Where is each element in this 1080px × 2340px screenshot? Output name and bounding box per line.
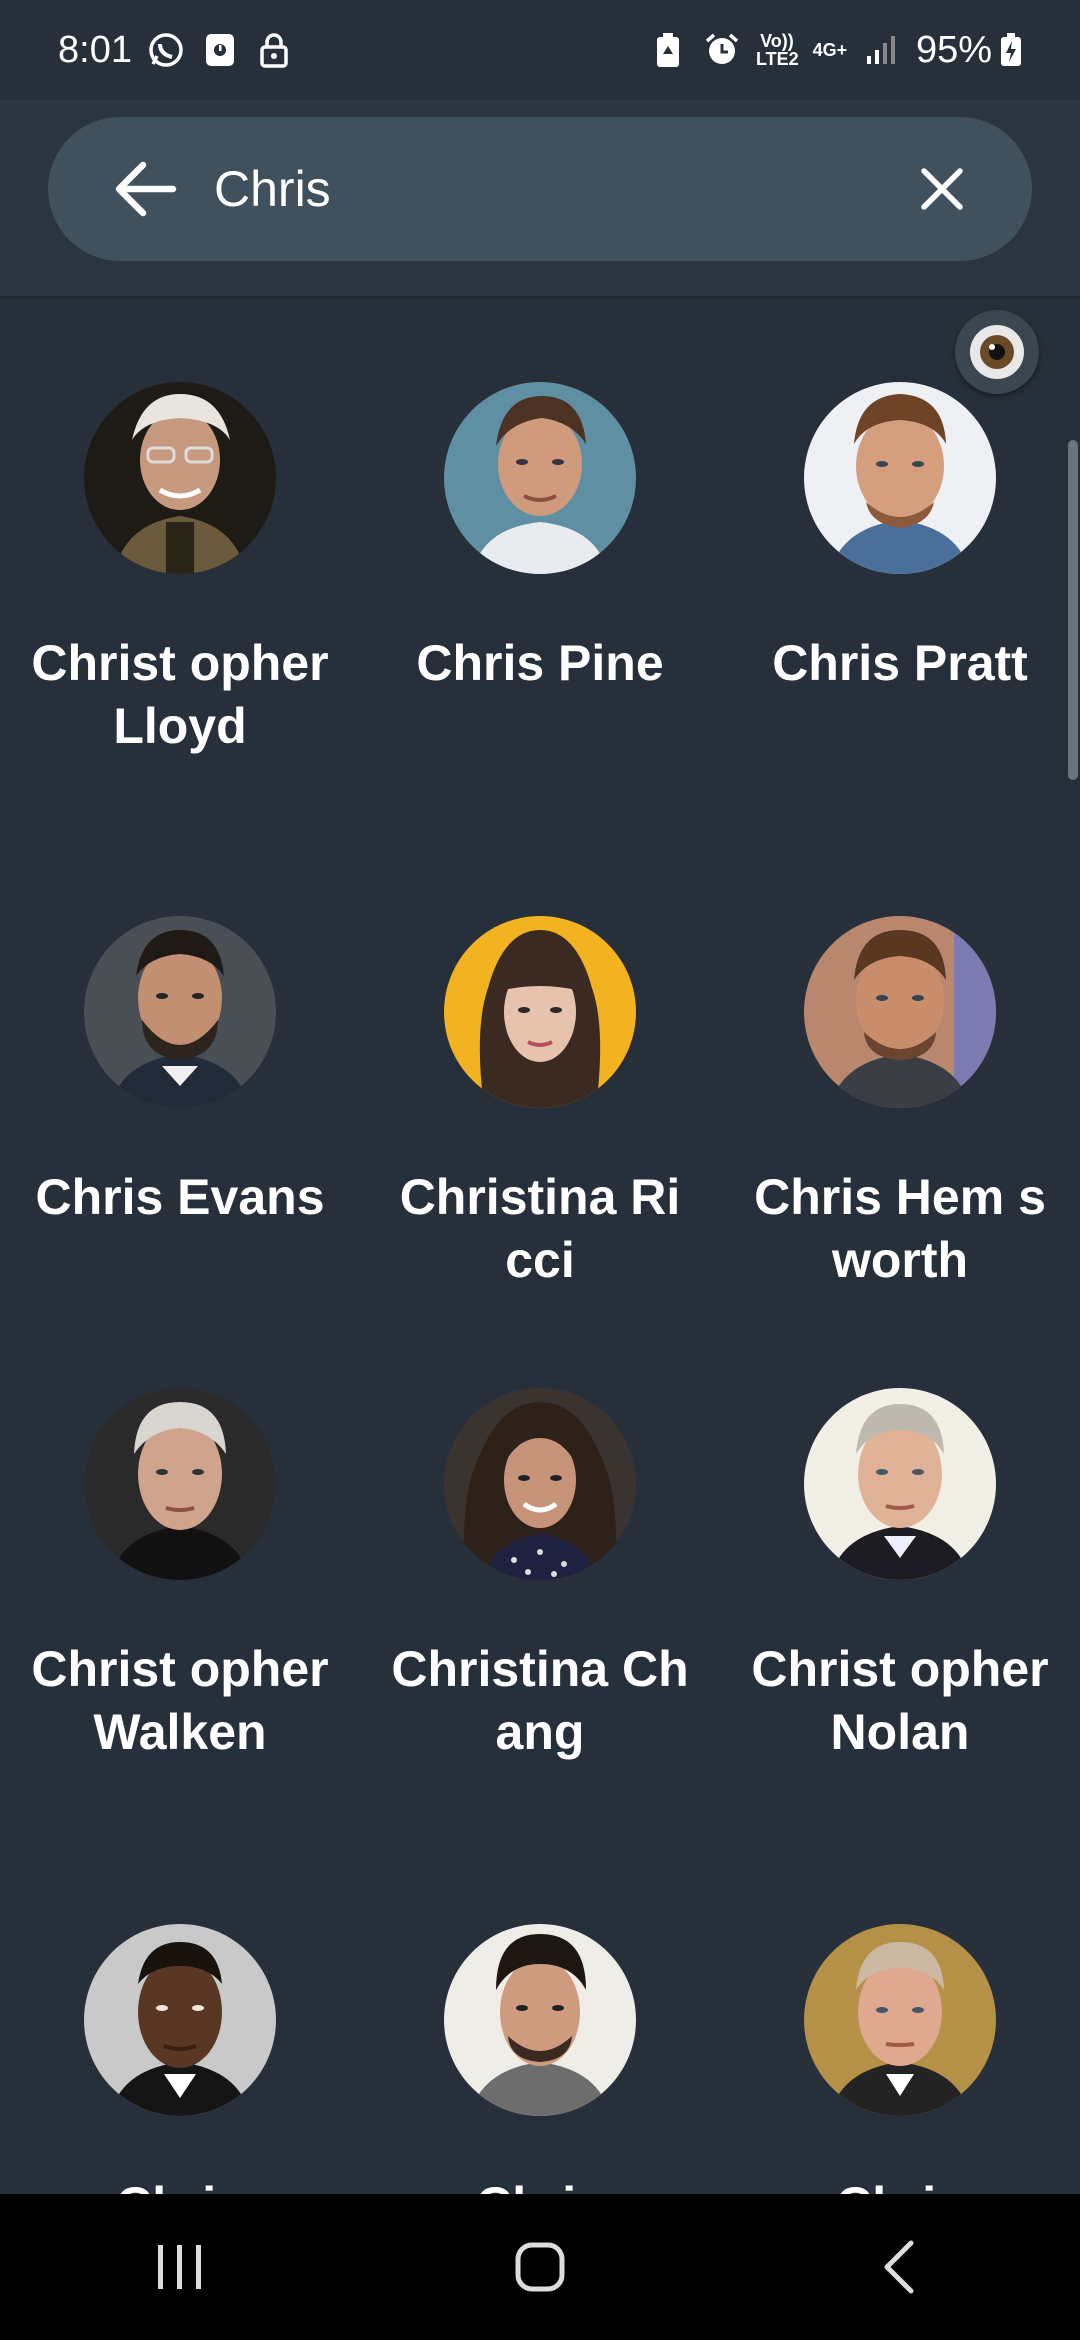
results-grid: Christ opher Lloyd Chris Pine Chris Prat… [0, 296, 1080, 2194]
result-item-christopher-lloyd[interactable]: Christ opher Lloyd [0, 382, 360, 758]
result-item-chris-pine[interactable]: Chris Pine [360, 382, 720, 695]
avatar [84, 1388, 276, 1580]
avatar [804, 1924, 996, 2116]
battery-percent: 95% [915, 28, 992, 71]
result-name: Chris [390, 2174, 690, 2194]
signal-4g-icon: 4G+ [812, 40, 848, 60]
battery-charging-icon [1001, 33, 1021, 66]
avatar [444, 916, 636, 1108]
scrollbar[interactable] [1068, 440, 1078, 780]
battery-indicator: 95% [916, 29, 1022, 72]
result-item-chris-evans[interactable]: Chris Evans [0, 916, 360, 1229]
result-name: Chris [750, 2174, 1050, 2194]
status-left: 8:01 [58, 29, 294, 72]
result-item[interactable]: Chris [720, 1924, 1080, 2194]
status-bar: 8:01 Vo)) LTE2 4G+ 95% [0, 0, 1080, 100]
result-item-chris-pratt[interactable]: Chris Pratt [720, 382, 1080, 695]
result-name: Christ opher Walken [31, 1641, 329, 1760]
result-item-christopher-walken[interactable]: Christ opher Walken [0, 1388, 360, 1764]
result-name: Chris Pine [416, 635, 664, 691]
result-name: Christina Ricci [399, 1169, 681, 1288]
notification-icon [200, 30, 240, 70]
avatar [804, 382, 996, 574]
result-name: Christ opher Lloyd [31, 635, 329, 754]
result-name: Chris Evans [35, 1169, 325, 1225]
back-chevron-icon[interactable] [840, 2207, 960, 2327]
status-time: 8:01 [58, 28, 132, 71]
alarm-icon [702, 30, 742, 70]
arrow-back-icon[interactable] [110, 153, 182, 225]
result-item-chris-hemsworth[interactable]: Chris Hem sworth [720, 916, 1080, 1292]
eye-icon[interactable] [955, 310, 1039, 394]
result-name: Chris Pratt [772, 635, 1028, 691]
close-icon[interactable] [912, 159, 972, 219]
battery-saver-icon [648, 30, 688, 70]
avatar [444, 1924, 636, 2116]
avatar [444, 1388, 636, 1580]
avatar [84, 1924, 276, 2116]
avatar [804, 916, 996, 1108]
result-item-christina-chang[interactable]: Christina Chang [360, 1388, 720, 1764]
avatar [84, 382, 276, 574]
search-input[interactable] [212, 159, 912, 219]
volte-icon: Vo)) LTE2 [755, 31, 799, 69]
lock-icon [254, 30, 294, 70]
navigation-bar [0, 2194, 1080, 2340]
signal-bars-icon [862, 30, 902, 70]
result-name: Chris Hem sworth [754, 1169, 1046, 1288]
avatar [804, 1388, 996, 1580]
result-item-christina-ricci[interactable]: Christina Ricci [360, 916, 720, 1292]
whatsapp-icon [146, 30, 186, 70]
status-right: Vo)) LTE2 4G+ 95% [648, 29, 1022, 72]
home-icon[interactable] [480, 2207, 600, 2327]
recents-icon[interactable] [120, 2207, 240, 2327]
search-header [0, 100, 1080, 296]
result-name: Christina Chang [391, 1641, 689, 1760]
result-name: Christ opher Nolan [751, 1641, 1049, 1760]
search-bar [48, 117, 1032, 261]
result-name: Chris [30, 2174, 330, 2194]
avatar [444, 382, 636, 574]
result-item-christopher-nolan[interactable]: Christ opher Nolan [720, 1388, 1080, 1764]
result-item[interactable]: Chris [360, 1924, 720, 2194]
result-item[interactable]: Chris [0, 1924, 360, 2194]
avatar [84, 916, 276, 1108]
